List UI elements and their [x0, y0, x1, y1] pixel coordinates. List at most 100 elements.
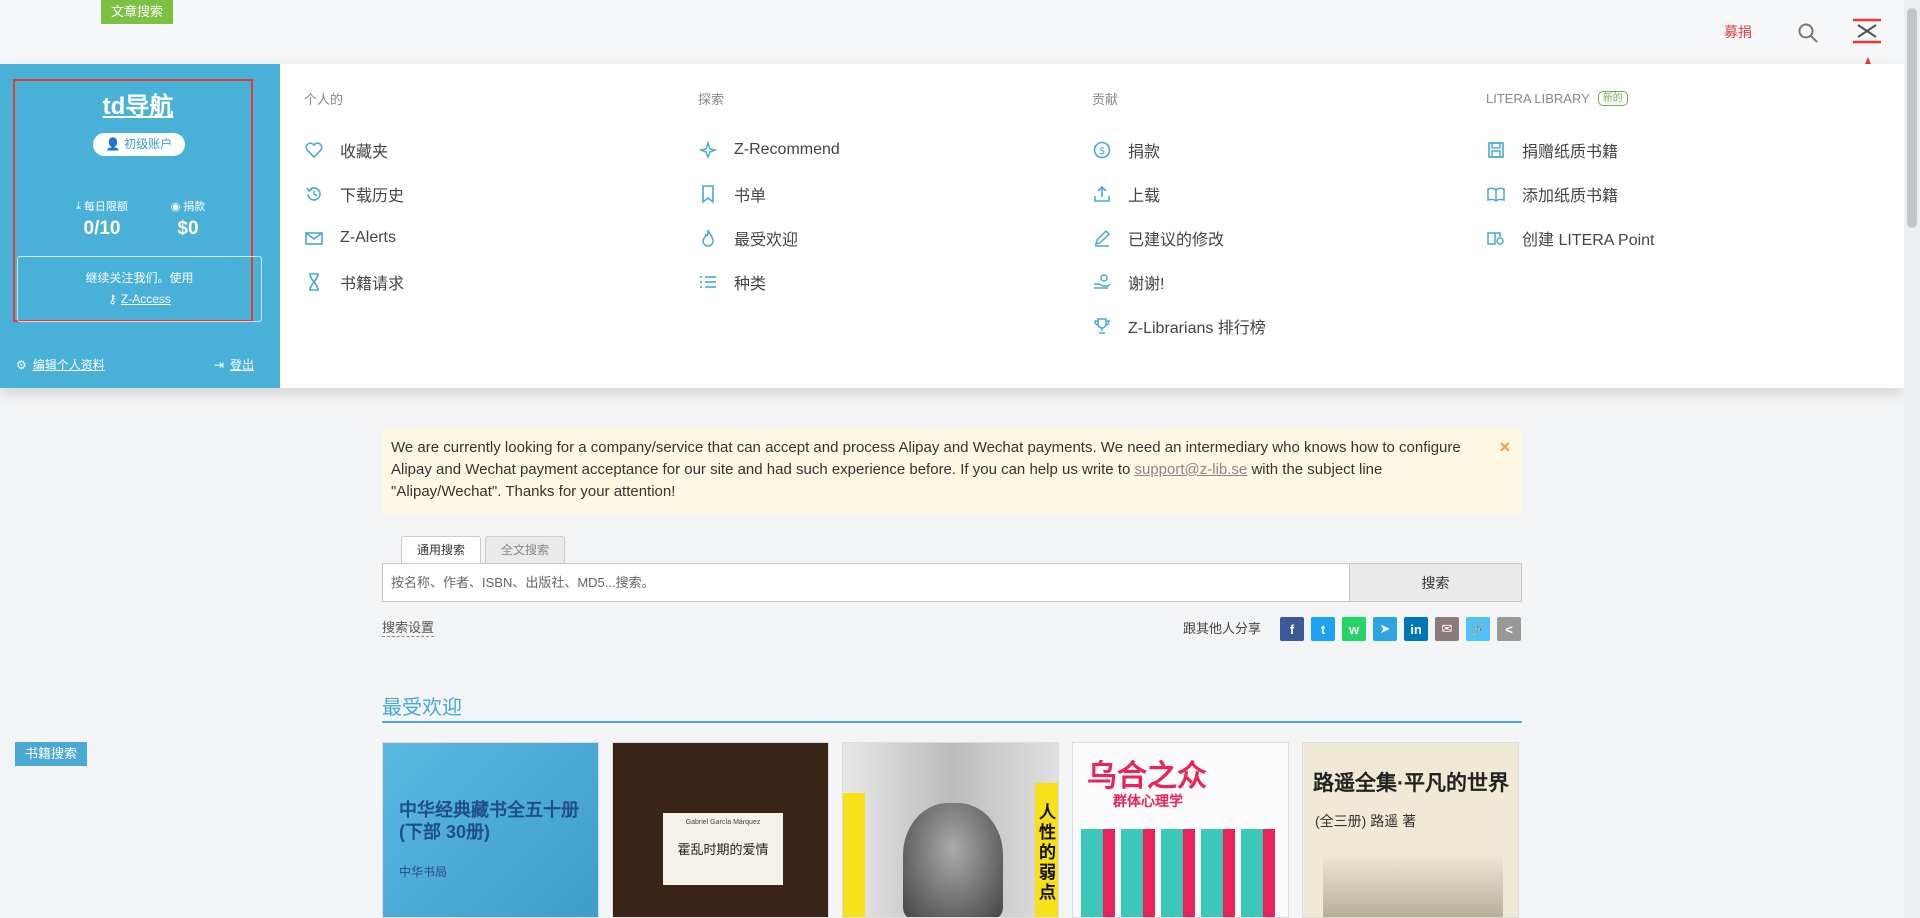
whatsapp-share-icon[interactable]: w	[1342, 617, 1366, 641]
linkedin-share-icon[interactable]: in	[1404, 617, 1428, 641]
open-book-icon	[1487, 187, 1505, 203]
account-level-badge[interactable]: 👤 初级账户	[93, 133, 185, 156]
logout-label: 登出	[230, 358, 255, 372]
menu-item-download-history[interactable]: 下载历史	[304, 172, 404, 216]
menu-item-label: 书单	[734, 188, 767, 205]
menu-item-label: 书籍请求	[340, 276, 405, 293]
menu-item-upload[interactable]: 上载	[1092, 172, 1266, 216]
more-share-share-icon[interactable]: <	[1497, 617, 1521, 641]
menu-item-book-requests[interactable]: 书籍请求	[304, 260, 404, 304]
menu-column-contribute: 贡献 $ 捐款 上载 已建议的修改 谢谢! Z-Librarians 排行榜	[1092, 88, 1266, 348]
username[interactable]: td导航	[0, 86, 276, 121]
menu-heading: 贡献	[1092, 91, 1119, 107]
hand-icon	[1094, 274, 1111, 289]
menu-item-label: 收藏夹	[340, 144, 389, 161]
search-bar: 搜索	[382, 563, 1522, 602]
menu-item-add-paper-books[interactable]: 添加纸质书籍	[1486, 172, 1655, 216]
menu-item-donate[interactable]: $ 捐款	[1092, 128, 1266, 172]
menu-item-label: 创建 LITERA Point	[1522, 232, 1655, 249]
daily-limit-stat: ⤓ 每日限额 0/10	[64, 198, 140, 240]
dollar-icon: $	[1093, 141, 1111, 159]
menu-item-thanks[interactable]: 谢谢!	[1092, 260, 1266, 304]
donations-value: $0	[177, 218, 199, 239]
search-settings-link[interactable]: 搜索设置	[382, 617, 435, 637]
edit-profile-link[interactable]: ⚙ 编辑个人资料	[16, 356, 105, 373]
top-bar: 书籍搜索 文章搜索 募捐	[0, 0, 1920, 766]
logout-icon: ⇥	[214, 357, 225, 372]
share-icons: f t w ➤ in ✉ 🔗 <	[1280, 617, 1521, 641]
menu-item-favorites[interactable]: 收藏夹	[304, 128, 404, 172]
book-cover[interactable]: 乌合之众 群体心理学	[1072, 742, 1289, 918]
user-icon: 👤	[105, 137, 121, 151]
search-button[interactable]: 搜索	[1349, 564, 1521, 601]
book-cover[interactable]: 人性的弱点	[842, 742, 1059, 918]
book-cover[interactable]: Gabriel García Márquez 霍乱时期的爱情	[612, 742, 829, 918]
menu-item-create-litera-point[interactable]: 创建 LITERA Point	[1486, 216, 1655, 260]
hourglass-icon	[309, 273, 319, 291]
z-access-box: 继续关注我们。使用 ⚷ Z-Access	[17, 256, 262, 322]
search-tabs: 通用搜索 全文搜索	[401, 536, 566, 563]
logout-link[interactable]: ⇥ 登出	[214, 356, 254, 373]
key-icon: ⚷	[108, 292, 117, 306]
menu-item-label: 谢谢!	[1128, 276, 1165, 293]
list-icon	[700, 276, 716, 288]
menu-item-z-alerts[interactable]: Z-Alerts	[304, 216, 404, 260]
new-badge: 新的	[1597, 90, 1628, 106]
article-search-tab[interactable]: 文章搜索	[101, 0, 174, 24]
book-cover[interactable]: 中华经典藏书全五十册(下部 30册) 中华书局	[382, 742, 599, 918]
profile-panel: td导航 👤 初级账户 ⤓ 每日限额 0/10 ◉ 捐款 $0 继续关注我们。使用 …	[0, 64, 280, 388]
email-share-icon[interactable]: ✉	[1435, 617, 1459, 641]
menu-item-z-recommend[interactable]: Z-Recommend	[698, 128, 840, 172]
tab-general-search[interactable]: 通用搜索	[401, 536, 482, 563]
trophy-icon	[1094, 318, 1110, 334]
z-access-link[interactable]: Z-Access	[121, 292, 171, 306]
book-search-tab[interactable]: 书籍搜索	[15, 742, 88, 766]
download-icon: ⤓	[76, 199, 81, 212]
book-title: 霍乱时期的爱情	[677, 842, 769, 857]
menu-item-donate-paper-books[interactable]: 捐赠纸质书籍	[1486, 128, 1655, 172]
close-icon[interactable]	[1850, 16, 1884, 46]
bookmark-icon	[702, 185, 714, 204]
follow-text: 继续关注我们。使用	[85, 271, 194, 285]
menu-item-label: Z-Alerts	[340, 229, 396, 246]
svg-text:$: $	[1099, 146, 1105, 157]
donate-link[interactable]: 募捐	[1724, 22, 1752, 42]
menu-column-litera-library: LITERA LIBRARY 新的 捐赠纸质书籍 添加纸质书籍 创建 LITER…	[1486, 88, 1655, 260]
book-title: 人性的弱点	[1039, 803, 1056, 902]
menu-heading: 个人的	[304, 91, 344, 107]
twitter-share-icon[interactable]: t	[1311, 617, 1335, 641]
support-email-link[interactable]: support@z-lib.se	[1135, 461, 1248, 478]
book-subtitle: 群体心理学	[1113, 793, 1183, 809]
menu-item-label: 捐款	[1128, 144, 1161, 161]
menu-column-personal: 个人的 收藏夹 下载历史 Z-Alerts 书籍请求	[304, 88, 404, 304]
book-title: 路遥全集·平凡的世界	[1313, 772, 1509, 795]
menu-item-label: Z-Recommend	[734, 141, 840, 158]
menu-item-librarians-ranking[interactable]: Z-Librarians 排行榜	[1092, 304, 1266, 348]
notice-close-icon[interactable]: ×	[1499, 436, 1510, 458]
facebook-share-icon[interactable]: f	[1280, 617, 1304, 641]
book-title: 乌合之众	[1087, 760, 1207, 793]
pencil-icon	[1094, 229, 1111, 247]
page-scrollbar[interactable]	[1904, 0, 1920, 918]
menu-item-label: Z-Librarians 排行榜	[1128, 320, 1266, 337]
menu-item-most-popular[interactable]: 最受欢迎	[698, 216, 840, 260]
search-input[interactable]	[383, 564, 1349, 601]
menu-item-label: 已建议的修改	[1128, 232, 1225, 249]
tab-fulltext-search[interactable]: 全文搜索	[485, 536, 566, 563]
section-divider	[382, 721, 1522, 723]
copy-link-share-icon[interactable]: 🔗	[1466, 617, 1490, 641]
account-level: 初级账户	[124, 137, 173, 151]
menu-item-label: 捐赠纸质书籍	[1522, 144, 1619, 161]
book-cover[interactable]: 路遥全集·平凡的世界 (全三册) 路遥 著	[1302, 742, 1519, 918]
scroll-thumb[interactable]	[1907, 8, 1917, 228]
menu-item-label: 上载	[1128, 188, 1161, 205]
menu-item-label: 种类	[734, 276, 767, 293]
search-icon[interactable]	[1797, 22, 1819, 44]
menu-item-booklists[interactable]: 书单	[698, 172, 840, 216]
user-dropdown-menu: td导航 👤 初级账户 ⤓ 每日限额 0/10 ◉ 捐款 $0 继续关注我们。使用 …	[0, 64, 1904, 388]
menu-item-categories[interactable]: 种类	[698, 260, 840, 304]
share-label: 跟其他人分享	[1183, 621, 1262, 636]
menu-item-suggested-edits[interactable]: 已建议的修改	[1092, 216, 1266, 260]
daily-limit-label: 每日限额	[83, 201, 128, 213]
telegram-share-icon[interactable]: ➤	[1373, 617, 1397, 641]
